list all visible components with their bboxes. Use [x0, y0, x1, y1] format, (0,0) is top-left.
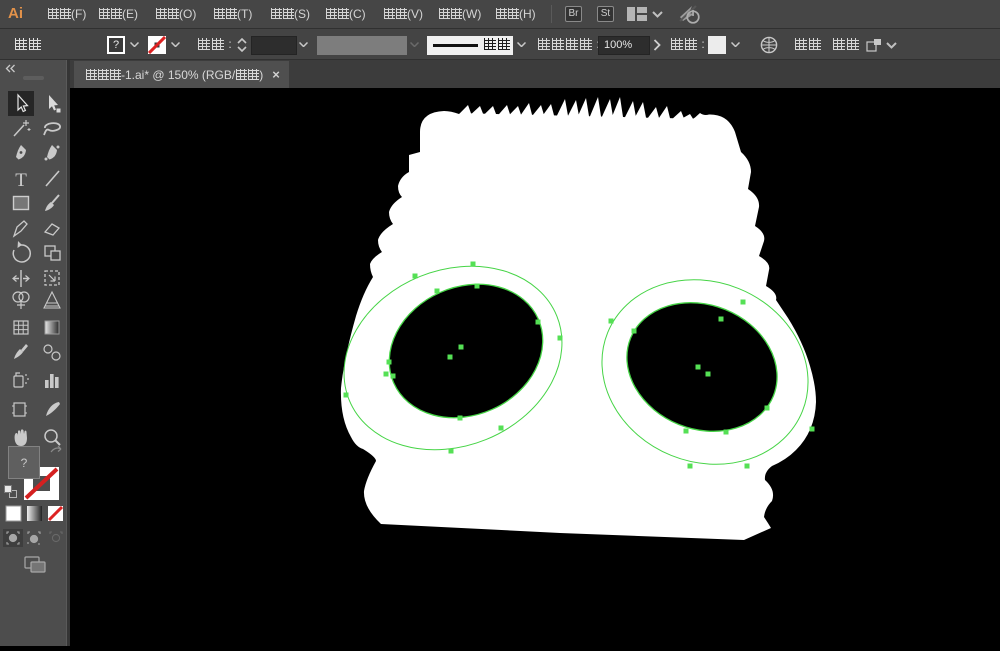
svg-text:T: T [15, 170, 27, 191]
svg-text:?: ? [21, 456, 28, 470]
